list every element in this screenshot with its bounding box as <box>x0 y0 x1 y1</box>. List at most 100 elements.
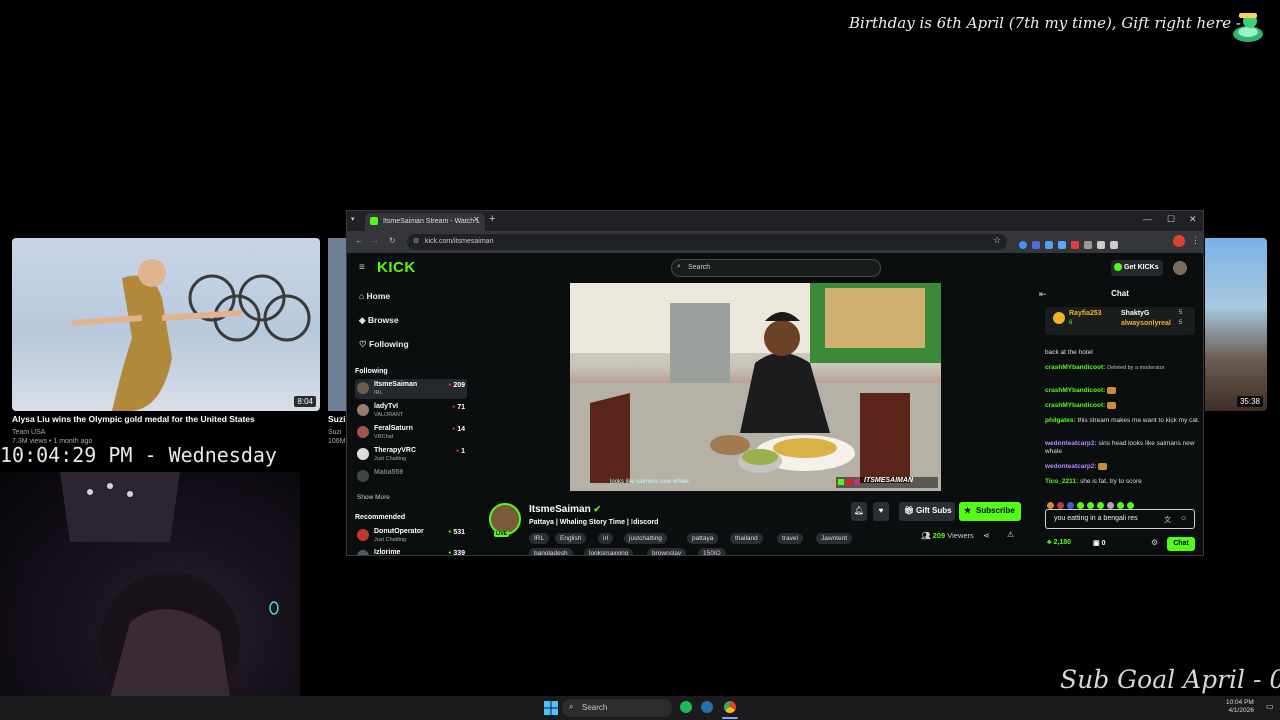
sidebar-item-donutoperator[interactable]: DonutOperator Just Chatting 531 <box>355 526 467 546</box>
chat-username[interactable]: crashMYbandicoot: <box>1045 387 1105 394</box>
system-time: 10:04 PM <box>1226 699 1254 706</box>
recommended-header: Recommended <box>355 514 406 521</box>
avatar <box>357 382 369 394</box>
sidebar-item-ladytvi[interactable]: ladyTvI VALORANT 71 <box>355 401 467 421</box>
windows-start-icon[interactable] <box>544 701 558 715</box>
maximize-icon[interactable]: ☐ <box>1167 214 1175 225</box>
reload-icon[interactable]: ↻ <box>389 236 396 245</box>
tag-pill[interactable]: brownclav <box>647 548 687 555</box>
emoji-icon[interactable]: ☺ <box>1180 515 1187 522</box>
tag-pill[interactable]: irl <box>598 533 614 544</box>
new-tab-icon[interactable]: + <box>489 213 495 225</box>
chat-username[interactable]: crashMYbandicoot: <box>1045 364 1105 371</box>
steam-icon[interactable] <box>701 701 713 713</box>
show-more-link[interactable]: Show More <box>357 494 390 501</box>
notification-bell-icon[interactable]: 🔔︎ <box>851 502 867 521</box>
sidebar-item-malia559[interactable]: Malia559 <box>355 467 467 487</box>
user-avatar[interactable] <box>1173 261 1187 275</box>
tag-pill[interactable]: looksmaxxing <box>584 548 634 555</box>
tab-list-icon[interactable]: ▾ <box>351 215 355 223</box>
sidebar-item-therapyvrc[interactable]: TherapyVRC Just Chatting 1 <box>355 445 467 465</box>
leaderboard-user[interactable]: ShaktyG <box>1121 310 1149 317</box>
search-icon: ⌕ <box>677 263 681 270</box>
gift-subs-button[interactable]: 🎁︎ Gift Subs <box>899 502 955 521</box>
chat-username[interactable]: philgates: <box>1045 417 1076 424</box>
tag-pill[interactable]: thailand <box>730 533 763 544</box>
chat-message: crashMYbandicoot: Deleted by a moderator <box>1045 364 1201 372</box>
profile-avatar[interactable] <box>1173 235 1185 247</box>
channel-points[interactable]: ♣ 2,180 <box>1047 539 1071 546</box>
channel-category: IRL <box>374 390 383 396</box>
search-input[interactable]: ⌕ Search <box>671 259 881 277</box>
chat-input[interactable]: you eatting in a bengali res 文 ☺ <box>1045 509 1195 529</box>
chat-leaderboard: Rayfia253 6 ShaktyG 5 alwaysonlyreal 5 <box>1045 307 1195 335</box>
kick-logo[interactable]: KICK <box>377 259 416 276</box>
follow-heart-icon[interactable]: ♥ <box>873 502 889 521</box>
streamer-name[interactable]: ItsmeSaiman ✔ <box>529 504 601 515</box>
extensions-bar[interactable] <box>1019 236 1149 249</box>
chrome-icon[interactable] <box>724 701 736 713</box>
browser-window: ▾ ItsmeSaiman Stream - Watch L ✕ + — ☐ ✕… <box>346 210 1204 556</box>
forward-icon[interactable]: → <box>371 236 379 245</box>
sidebar-item-feralsaturn[interactable]: FeralSaturn VRChat 14 <box>355 423 467 443</box>
url-field[interactable]: ⚙ kick.com/itsmesaiman <box>407 234 1007 250</box>
gift-box-icon: 🎁︎ <box>904 506 915 515</box>
tag-pill[interactable]: English <box>555 533 587 544</box>
video-thumbnail-right[interactable]: 35:38 <box>1205 238 1267 411</box>
viewers-label: Viewers <box>947 531 974 540</box>
nav-following[interactable]: ♡ Following <box>359 339 409 350</box>
notification-icon[interactable]: ▭ <box>1266 702 1274 711</box>
video-player[interactable]: looks like saimans new whale ITSMESAIMAN <box>570 283 941 491</box>
spotify-icon[interactable] <box>680 701 692 713</box>
tag-pill[interactable]: Jawntent <box>816 533 853 544</box>
chat-username[interactable]: wedonteatcarp2: <box>1045 463 1097 470</box>
video-duration-right: 35:38 <box>1236 396 1263 407</box>
chat-settings-icon[interactable]: ⚙ <box>1151 538 1158 547</box>
browser-menu-icon[interactable]: ⋮ <box>1191 235 1200 246</box>
tag-pill[interactable]: IRL <box>529 533 550 544</box>
video-channel[interactable]: Team USA <box>12 429 45 436</box>
sidebar-item-itsmesaiman[interactable]: ItsmeSaiman IRL 209 <box>355 379 467 399</box>
leaderboard-user[interactable]: Rayfia253 <box>1069 310 1102 317</box>
leaderboard-user[interactable]: alwaysonlyreal <box>1121 320 1171 327</box>
emote-bar[interactable] <box>1047 496 1197 509</box>
tag-pill[interactable]: bangladesh <box>529 548 573 555</box>
close-window-icon[interactable]: ✕ <box>1189 214 1197 225</box>
minimize-icon[interactable]: — <box>1143 214 1152 224</box>
video-thumbnail-2[interactable] <box>328 238 348 411</box>
report-icon[interactable]: ⚠ <box>1007 530 1014 539</box>
tag-pill[interactable]: travel <box>777 533 803 544</box>
video-title-2[interactable]: Suzi <box>328 414 345 424</box>
site-info-icon[interactable]: ⚙ <box>413 237 419 245</box>
video-duration: 8:04 <box>294 396 316 407</box>
share-icon[interactable]: ⋖ <box>983 531 990 540</box>
translate-icon[interactable]: 文 <box>1164 515 1171 525</box>
viewers-icon: 👥︎ <box>921 531 931 540</box>
nav-browse[interactable]: ◈ Browse <box>359 315 399 326</box>
sidebar-item-izlorime[interactable]: Izlorime 339 <box>355 547 467 555</box>
channel-name: DonutOperator <box>374 528 424 535</box>
video-title[interactable]: Alysa Liu wins the Olympic gold medal fo… <box>12 414 320 424</box>
kicks-coin-icon <box>1114 263 1122 271</box>
taskbar-search[interactable]: ⌕ Search <box>562 699 672 717</box>
browser-tab[interactable]: ItsmeSaiman Stream - Watch L <box>365 213 485 231</box>
gifts-counter[interactable]: ▣ 0 <box>1093 539 1105 547</box>
tab-close-icon[interactable]: ✕ <box>473 215 480 224</box>
system-clock[interactable]: 10:04 PM 4/1/2026 <box>1226 699 1254 715</box>
back-icon[interactable]: ← <box>355 236 363 245</box>
hamburger-menu-icon[interactable]: ≡ <box>359 262 365 273</box>
chat-username[interactable]: wedonteatcarp2: <box>1045 440 1097 447</box>
tag-pill[interactable]: justchatting <box>624 533 667 544</box>
leaderboard-count: 5 <box>1179 320 1183 326</box>
video-thumbnail[interactable]: 8:04 <box>12 238 320 411</box>
chat-send-button[interactable]: Chat <box>1167 537 1195 551</box>
subscribe-button[interactable]: ★ Subscribe <box>959 502 1021 521</box>
nav-home[interactable]: ⌂ Home <box>359 291 390 301</box>
address-bar: ← → ↻ ⚙ kick.com/itsmesaiman ☆ ⋮ <box>347 231 1203 253</box>
tag-pill[interactable]: pattaya <box>687 533 719 544</box>
chat-username[interactable]: Tico_2211: <box>1045 478 1078 485</box>
tag-pill[interactable]: 150IQ <box>698 548 726 555</box>
bookmark-star-icon[interactable]: ☆ <box>993 235 1001 246</box>
get-kicks-button[interactable]: Get KICKs <box>1111 260 1163 276</box>
chat-username[interactable]: crashMYbandicoot: <box>1045 402 1105 409</box>
